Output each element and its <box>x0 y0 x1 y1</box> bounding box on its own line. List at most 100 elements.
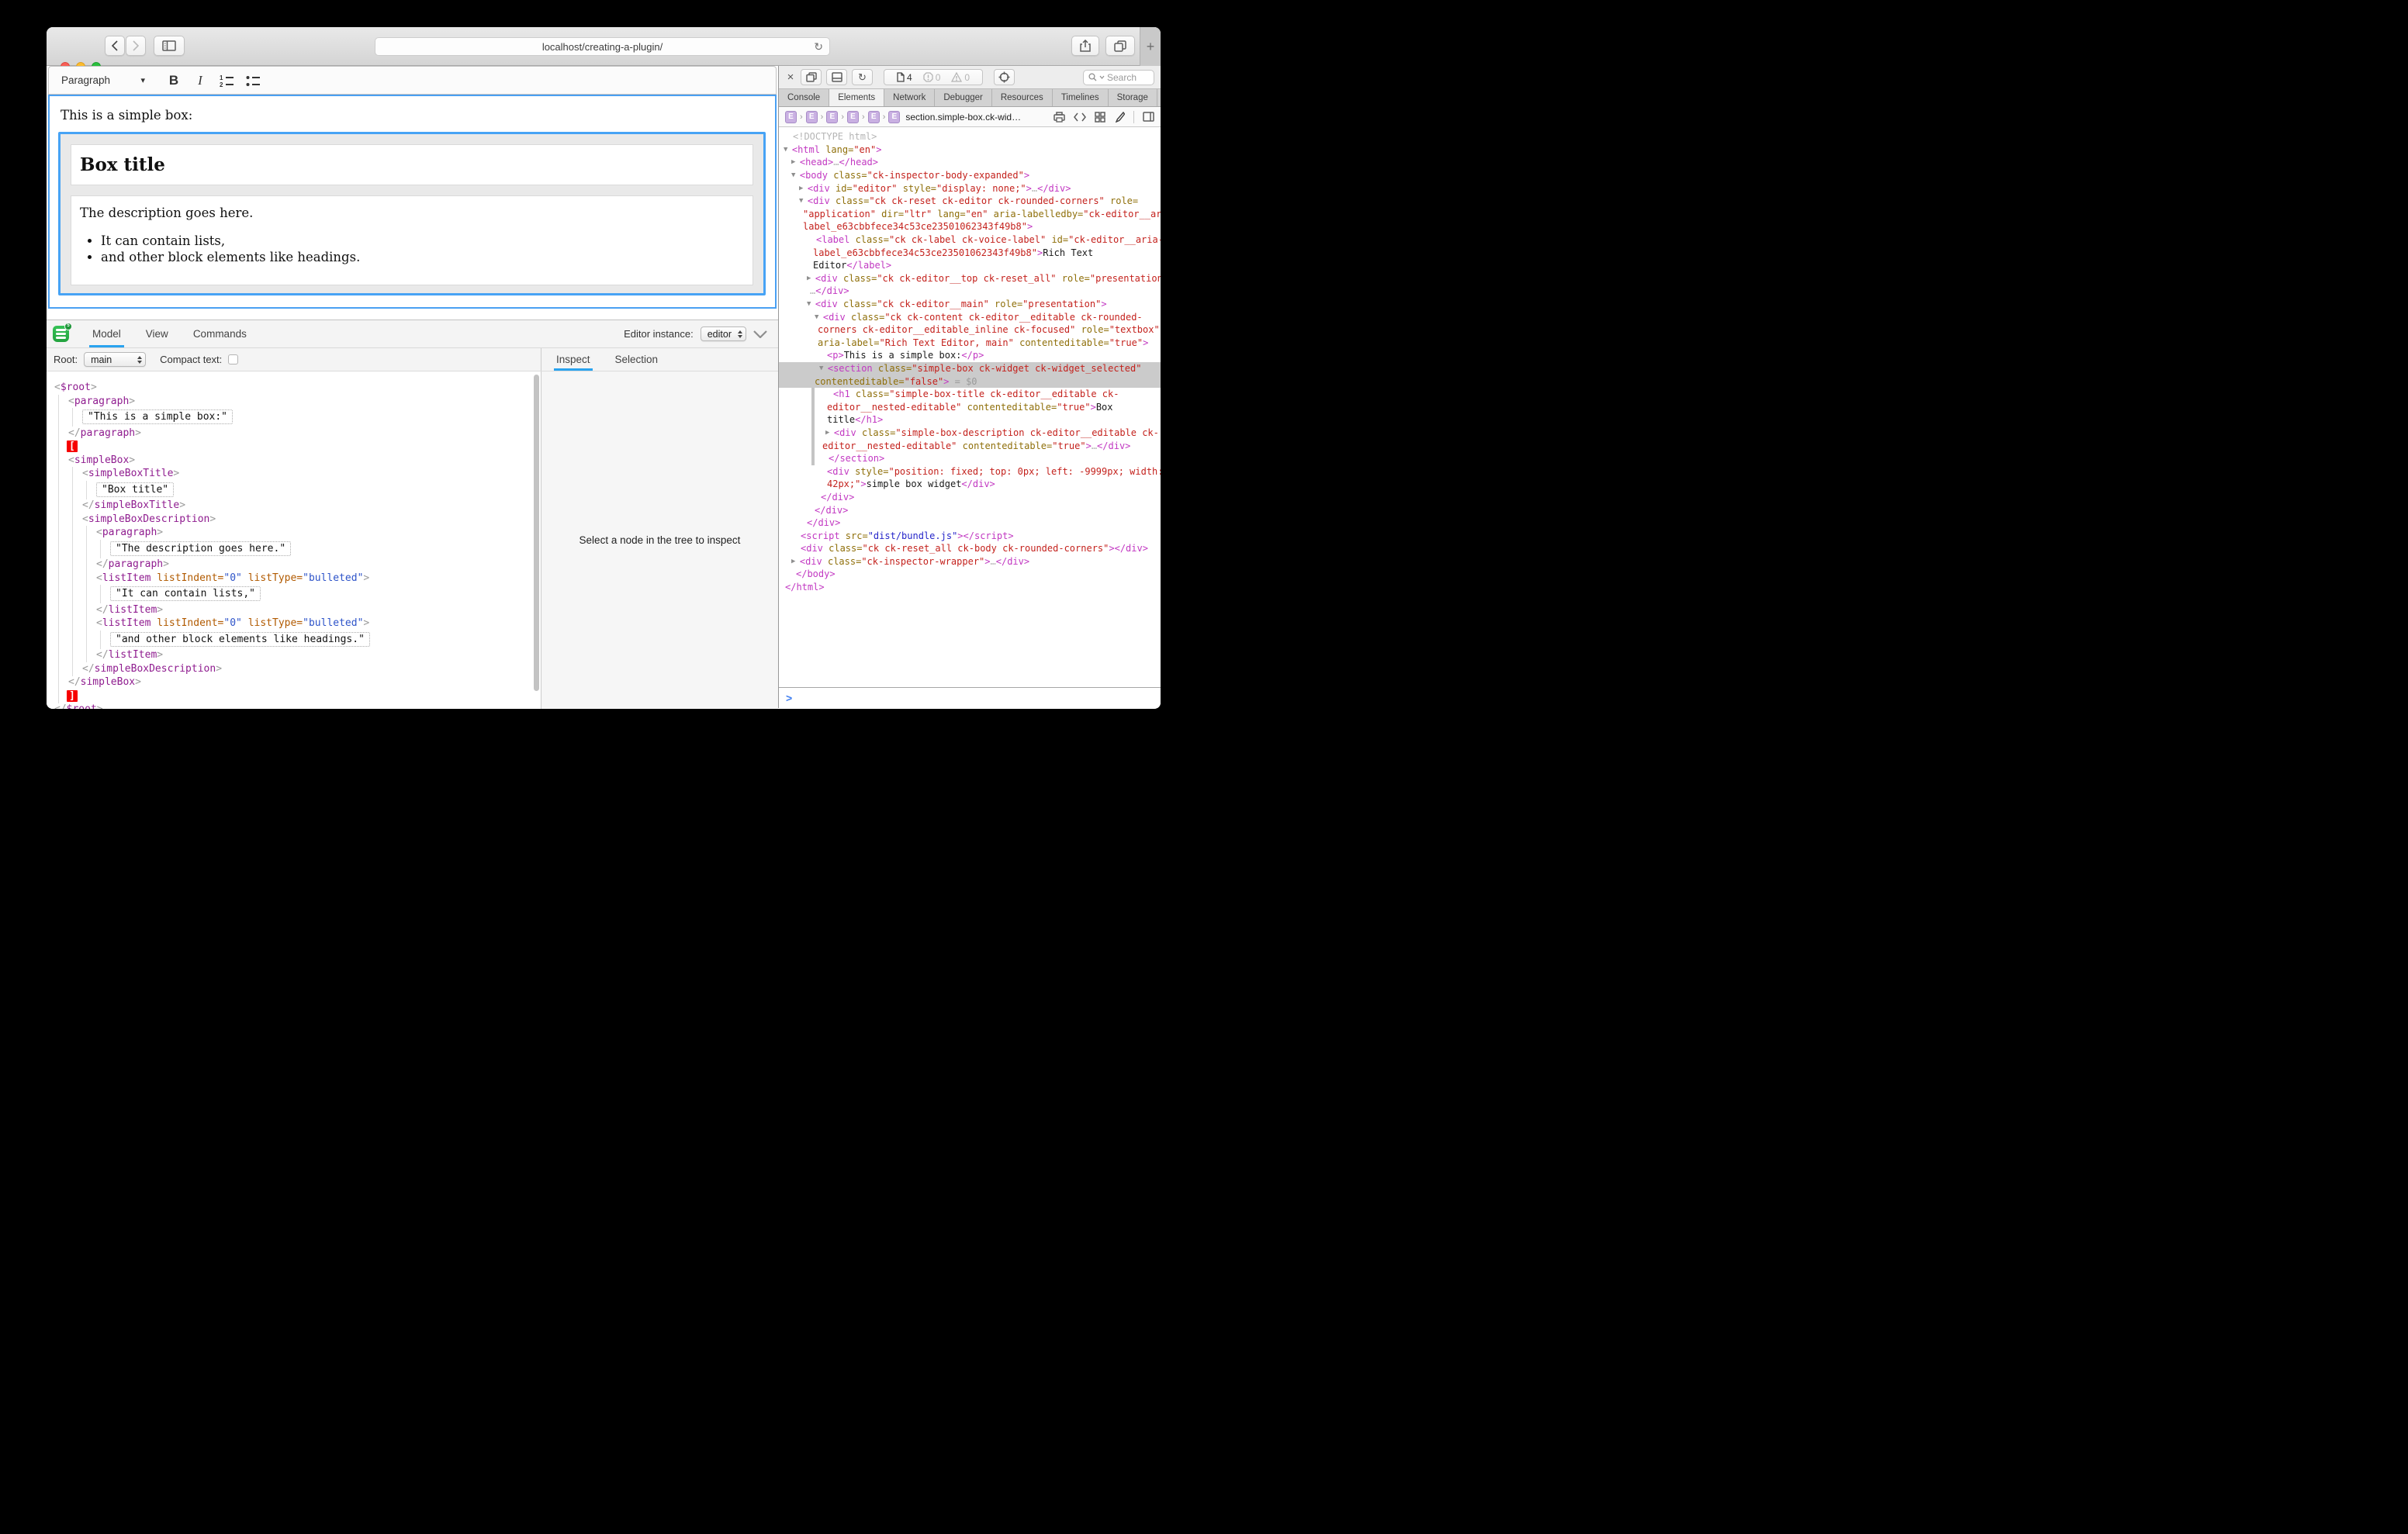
description-paragraph[interactable]: The description goes here. <box>80 206 744 220</box>
tree-line[interactable]: <div style="position: fixed; top: 0px; l… <box>779 465 1161 478</box>
editor-instance-select[interactable]: editor <box>701 326 746 341</box>
print-icon[interactable] <box>1054 112 1065 123</box>
console-prompt[interactable]: > <box>779 687 1161 708</box>
reload-page-button[interactable]: ↻ <box>852 69 873 85</box>
tab-view[interactable]: View <box>143 320 171 347</box>
tree-line[interactable]: <paragraph> <box>47 526 541 540</box>
tree-line[interactable]: ] <box>47 689 541 703</box>
element-crumb[interactable]: E <box>785 111 797 123</box>
back-button[interactable] <box>105 36 125 56</box>
paragraph-style-dropdown[interactable]: Paragraph ▾ <box>57 71 150 89</box>
tree-line[interactable]: </paragraph> <box>47 558 541 572</box>
tree-line[interactable]: editor__nested-editable" contenteditable… <box>779 400 1161 413</box>
tree-line[interactable]: </body> <box>779 568 1161 581</box>
grid-overlay-icon[interactable] <box>1095 112 1105 123</box>
tree-line[interactable]: ▶ <div class="ck ck-editor__top ck-reset… <box>779 272 1161 285</box>
list-item[interactable]: and other block elements like headings. <box>101 250 744 264</box>
bulleted-list-button[interactable] <box>240 70 266 92</box>
tree-line[interactable]: <!DOCTYPE html> <box>779 130 1161 143</box>
tree-line[interactable]: </html> <box>779 581 1161 594</box>
tree-line[interactable]: "application" dir="ltr" lang="en" aria-l… <box>779 208 1161 221</box>
element-crumb[interactable]: E <box>826 111 838 123</box>
more-tabs-button[interactable]: » <box>1157 89 1161 106</box>
details-sidebar-toggle-icon[interactable] <box>1143 112 1154 122</box>
tree-line[interactable]: ▶ <head>…</head> <box>779 156 1161 169</box>
bold-button[interactable]: B <box>161 70 187 92</box>
sidebar-toggle-button[interactable] <box>154 36 185 56</box>
tree-line[interactable]: <div class="ck ck-reset_all ck-body ck-r… <box>779 542 1161 555</box>
tree-line[interactable]: </listItem> <box>47 603 541 617</box>
tree-line[interactable]: ▼ <div class="ck ck-reset ck-editor ck-r… <box>779 195 1161 208</box>
dom-tree[interactable]: <!DOCTYPE html>▼ <html lang="en">▶ <head… <box>779 127 1161 687</box>
tree-line[interactable]: …</div> <box>779 285 1161 298</box>
tree-line[interactable]: contenteditable="false"> = $0 <box>779 375 1161 388</box>
tree-line[interactable]: 42px;">simple box widget</div> <box>779 478 1161 491</box>
tree-line[interactable]: <paragraph> <box>47 395 541 409</box>
forward-button[interactable] <box>126 36 146 56</box>
tree-line[interactable]: ▶ <div id="editor" style="display: none;… <box>779 181 1161 195</box>
tab-overview-button[interactable] <box>1105 36 1135 56</box>
editor-paragraph[interactable]: This is a simple box: <box>61 108 192 123</box>
tree-line[interactable]: <simpleBox> <box>47 454 541 468</box>
tab-commands[interactable]: Commands <box>190 320 250 347</box>
tree-line[interactable]: ▼ <div class="ck ck-editor__main" role="… <box>779 298 1161 311</box>
element-crumb[interactable]: E <box>847 111 859 123</box>
tree-line[interactable]: label_e63cbbfece34c53ce23501062343f49b8"… <box>779 220 1161 233</box>
tree-line[interactable]: label_e63cbbfece34c53ce23501062343f49b8"… <box>779 246 1161 259</box>
rich-text-editor[interactable]: This is a simple box: Box title The desc… <box>48 95 777 309</box>
tab-debugger[interactable]: Debugger <box>935 89 992 106</box>
tree-line[interactable]: </div> <box>779 503 1161 517</box>
tree-line[interactable]: "and other block elements like headings.… <box>47 631 541 649</box>
tree-line[interactable]: </div> <box>779 491 1161 504</box>
close-devtools-button[interactable]: × <box>785 71 796 84</box>
tree-line[interactable]: </simpleBoxDescription> <box>47 662 541 676</box>
tree-line[interactable]: </div> <box>779 517 1161 530</box>
tab-resources[interactable]: Resources <box>992 89 1053 106</box>
simple-box-widget[interactable]: Box title The description goes here. It … <box>58 132 766 295</box>
tree-line[interactable]: ▶ <div class="ck-inspector-wrapper">…</d… <box>779 555 1161 568</box>
tree-line[interactable]: <simpleBoxDescription> <box>47 513 541 527</box>
tab-inspect[interactable]: Inspect <box>554 348 593 371</box>
show-source-icon[interactable] <box>1074 112 1086 122</box>
reload-icon[interactable]: ↻ <box>814 40 823 54</box>
share-button[interactable] <box>1071 36 1099 56</box>
address-bar[interactable]: localhost/creating-a-plugin/ ↻ <box>375 37 830 56</box>
root-select[interactable]: main <box>84 352 146 367</box>
tree-line[interactable]: "Box title" <box>47 481 541 499</box>
box-title-heading[interactable]: Box title <box>71 154 165 175</box>
element-crumb[interactable]: E <box>868 111 880 123</box>
tree-line[interactable]: ▶ <div class="simple-box-description ck-… <box>779 427 1161 440</box>
compact-text-checkbox[interactable] <box>228 354 238 364</box>
tree-line[interactable]: <script src="dist/bundle.js"></script> <box>779 529 1161 542</box>
tab-selection[interactable]: Selection <box>613 348 661 371</box>
italic-button[interactable]: I <box>187 70 213 92</box>
tree-line[interactable]: </simpleBoxTitle> <box>47 499 541 513</box>
tab-console[interactable]: Console <box>779 89 829 106</box>
tree-line[interactable]: corners ck-editor__editable_inline ck-fo… <box>779 323 1161 337</box>
element-crumb[interactable]: E <box>806 111 818 123</box>
tree-line[interactable]: </simpleBox> <box>47 675 541 689</box>
tab-elements[interactable]: Elements <box>829 89 884 106</box>
numbered-list-button[interactable]: 1 2 <box>213 70 240 92</box>
tree-line[interactable]: <simpleBoxTitle> <box>47 467 541 481</box>
tree-line[interactable]: </listItem> <box>47 648 541 662</box>
force-state-brush-icon[interactable] <box>1114 112 1125 123</box>
dock-side-button[interactable] <box>826 69 847 85</box>
breadcrumb[interactable]: E›E›E›E›E›Esection.simple-box.ck-wid… <box>785 111 1021 123</box>
tree-line[interactable]: <h1 class="simple-box-title ck-editor__e… <box>779 388 1161 401</box>
tree-line[interactable]: "This is a simple box:" <box>47 408 541 427</box>
tree-line[interactable]: ▼ <body class="ck-inspector-body-expande… <box>779 169 1161 182</box>
tree-line[interactable]: "It can contain lists," <box>47 585 541 603</box>
devtools-search-field[interactable]: Search <box>1083 70 1154 85</box>
element-picker-button[interactable] <box>994 69 1015 85</box>
model-tree[interactable]: <$root><paragraph>"This is a simple box:… <box>47 371 541 709</box>
tree-line[interactable]: <listItem listIndent="0" listType="bulle… <box>47 572 541 586</box>
tree-line[interactable]: </paragraph> <box>47 427 541 441</box>
tree-line[interactable]: "The description goes here." <box>47 540 541 558</box>
detach-devtools-button[interactable] <box>801 69 822 85</box>
tree-line[interactable]: <label class="ck ck-label ck-voice-label… <box>779 233 1161 247</box>
tab-storage[interactable]: Storage <box>1109 89 1157 106</box>
tab-model[interactable]: Model <box>89 320 124 347</box>
tree-line[interactable]: ▼ <div class="ck ck-content ck-editor__e… <box>779 310 1161 323</box>
tree-line[interactable]: </section> <box>779 452 1161 465</box>
